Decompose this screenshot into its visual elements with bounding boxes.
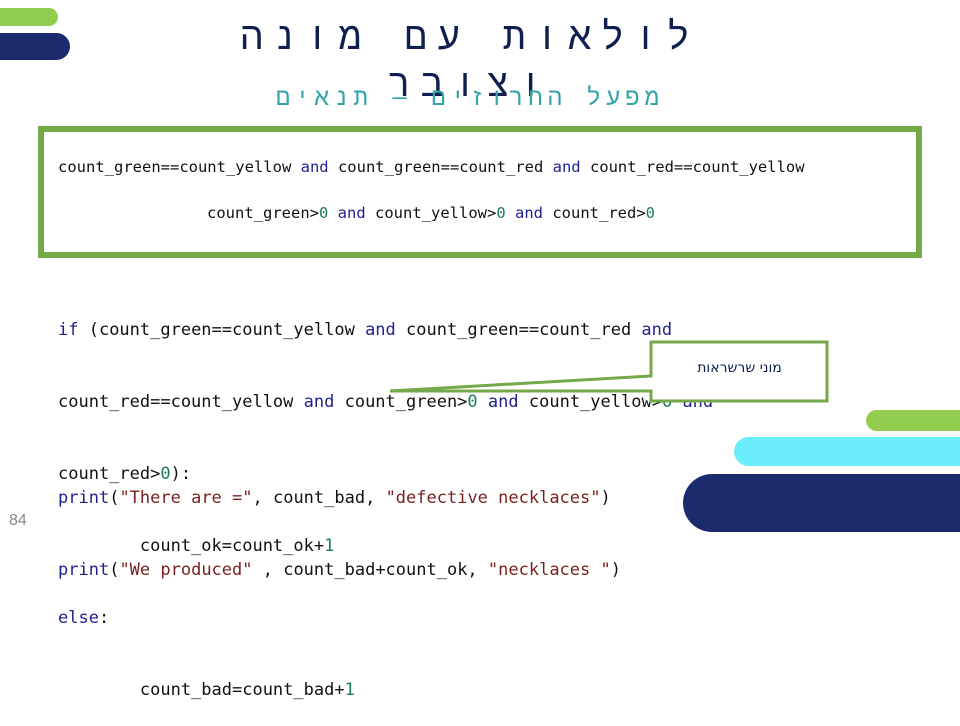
code-token-fn: print — [58, 560, 110, 580]
code-token-num: 1 — [344, 680, 355, 700]
code-line: else: — [58, 606, 713, 630]
code-token-str: "necklaces " — [487, 560, 611, 580]
code-token-plain: , count_bad+count_ok, — [252, 560, 488, 580]
code-line: count_bad=count_bad+1 — [58, 678, 713, 702]
code-token-str: "We produced" — [119, 560, 253, 580]
code-token-plain: ) — [610, 560, 621, 580]
page-number: 84 — [9, 512, 27, 529]
callout-bubble — [389, 340, 829, 403]
code-token-plain: count_bad=count_bad+ — [58, 680, 345, 700]
code-line: print("We produced" , count_bad+count_ok… — [58, 558, 621, 582]
code-token-plain: : — [98, 608, 110, 628]
code-token-kw: else — [58, 608, 99, 628]
code-token-plain: ( — [109, 560, 120, 580]
callout-label: מוני שרשראות — [697, 360, 782, 376]
